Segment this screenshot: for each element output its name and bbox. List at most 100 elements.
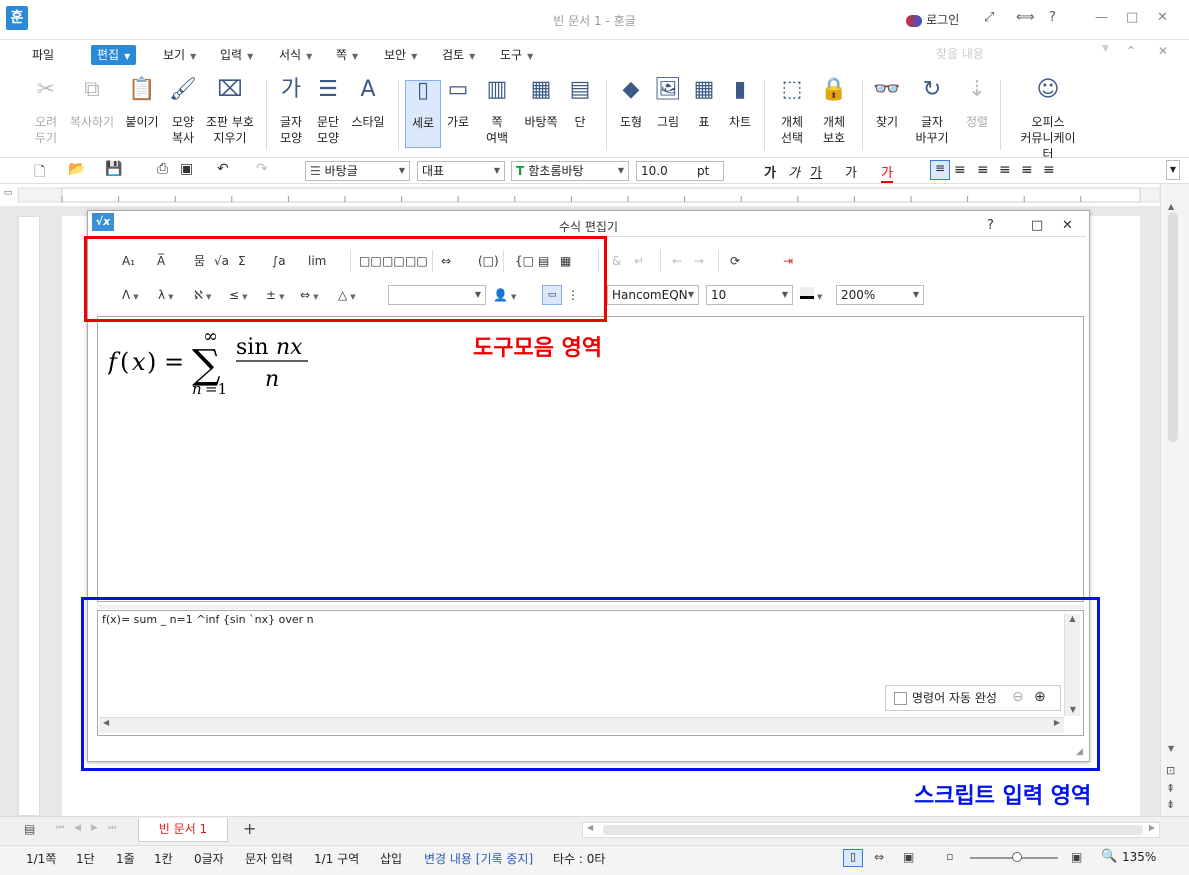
search-input[interactable]: 찾을 내용 xyxy=(930,43,1116,65)
menu-page[interactable]: 쪽 ▼ xyxy=(336,45,358,65)
status-zoom[interactable]: 135% xyxy=(1122,850,1156,864)
dialog-maximize-button[interactable]: □ xyxy=(1031,218,1043,233)
redo-icon[interactable]: ↷ xyxy=(256,161,268,177)
zoom-out-small-icon[interactable]: ▫ xyxy=(946,850,953,863)
eq-tool-glyph: → xyxy=(694,254,705,268)
font-color-button[interactable]: 가 xyxy=(881,162,893,183)
eq-tool-19-button[interactable]: → xyxy=(694,251,704,271)
menu-view[interactable]: 보기 ▼ xyxy=(163,45,196,65)
menu-tools[interactable]: 도구 ▼ xyxy=(500,45,533,65)
maximize-button[interactable]: □ xyxy=(1126,10,1138,25)
svg-text:sin: sin xyxy=(236,335,269,360)
svg-text:): ) xyxy=(147,348,156,376)
scroll-left-icon[interactable]: ◀ xyxy=(587,823,593,832)
scroll-up-icon[interactable]: ▲ xyxy=(1168,202,1174,211)
toolbar-separator xyxy=(660,250,661,272)
view-full-icon[interactable]: ▣ xyxy=(903,850,914,864)
resize-width-icon[interactable]: ⟺ xyxy=(1016,10,1035,25)
chevron-down-icon: ▼ xyxy=(493,166,500,175)
status-track-changes[interactable]: 변경 내용 [기록 중지] xyxy=(424,850,533,867)
next-page-icon[interactable]: ⇟ xyxy=(1166,798,1175,811)
equation-color-button[interactable]: ▼ xyxy=(800,285,822,305)
prev-page-icon[interactable]: ⇞ xyxy=(1166,782,1175,795)
horizontal-scrollbar[interactable]: ◀ ▶ xyxy=(582,822,1160,838)
align-right-icon[interactable]: ≡ xyxy=(999,162,1011,178)
minimize-button[interactable]: — xyxy=(1095,10,1108,25)
preview-icon[interactable]: ▣ xyxy=(180,161,193,177)
print-icon[interactable]: ⎙ xyxy=(157,161,168,177)
dialog-close-button[interactable]: ✕ xyxy=(1062,218,1073,233)
equation-font-select[interactable]: HancomEQN ▼ xyxy=(607,285,699,305)
align-distribute-icon[interactable]: ≡ xyxy=(1021,162,1033,178)
login-button[interactable]: 로그인 xyxy=(906,11,959,28)
fullscreen-icon[interactable]: ⤢ xyxy=(984,10,994,25)
menu-insert[interactable]: 입력 ▼ xyxy=(220,45,253,65)
search-dropdown-icon[interactable]: ▼ xyxy=(1102,44,1109,54)
magnifier-icon[interactable]: 🔍 xyxy=(1101,849,1117,864)
ruler-corner-icon[interactable]: ▭ xyxy=(0,188,16,202)
font-select[interactable]: T 함초롬바탕 ▼ xyxy=(511,161,629,181)
ribbon-separator xyxy=(1000,80,1001,150)
align-center-icon[interactable]: ≡ xyxy=(977,162,989,178)
menu-file[interactable]: 파일 xyxy=(32,45,54,65)
menu-format[interactable]: 서식 ▼ xyxy=(279,45,312,65)
ribbon-button-label: 복사하기 xyxy=(69,115,115,129)
italic-button[interactable]: 가 xyxy=(788,162,800,181)
ribbon-protect-object-button[interactable]: 🔒 개체 보호 xyxy=(804,79,864,146)
toolbar-expand-icon[interactable]: ▼ xyxy=(1166,160,1180,180)
font-size-input[interactable]: 10.0 pt xyxy=(636,161,724,181)
page-nav-icon[interactable]: ⊡ xyxy=(1166,764,1175,777)
align-divide-icon[interactable]: ≡ xyxy=(1043,162,1055,178)
tab-nav-icons[interactable]: ⏮◀▶⏭ xyxy=(56,823,126,833)
menu-edit[interactable]: 편집 ▼ xyxy=(91,45,137,65)
save-icon[interactable]: 💾 xyxy=(105,161,122,177)
eq-tool-16-button[interactable]: & xyxy=(612,251,621,271)
close-doc-icon[interactable]: ✕ xyxy=(1158,44,1168,58)
status-input-mode[interactable]: 문자 입력 xyxy=(245,850,293,867)
style-select[interactable]: ☰ 바탕글 ▼ xyxy=(305,161,410,181)
status-section[interactable]: 1/1 구역 xyxy=(314,850,359,867)
zoom-slider-thumb[interactable] xyxy=(1012,852,1022,862)
open-icon[interactable]: 📂 xyxy=(68,161,85,177)
menu-review[interactable]: 검토 ▼ xyxy=(442,45,475,65)
ribbon-chart-button[interactable]: ▮ 차트 xyxy=(710,79,770,130)
status-insert[interactable]: 삽입 xyxy=(380,850,402,867)
exit-icon[interactable]: ⇥ xyxy=(783,251,793,271)
collapse-ribbon-icon[interactable]: ⌃ xyxy=(1126,44,1136,58)
equation-size-select[interactable]: 10 ▼ xyxy=(706,285,793,305)
ribbon-clear-codes-button[interactable]: ⌧ 조판 부호 지우기 xyxy=(200,79,260,146)
tab-list-icon[interactable]: ▤ xyxy=(24,822,35,836)
svg-text:(: ( xyxy=(120,348,129,376)
ribbon-style-button[interactable]: A 스타일 xyxy=(338,79,398,130)
new-doc-icon[interactable]: 🗋 xyxy=(34,161,45,185)
chevron-down-icon: ▼ xyxy=(527,52,534,61)
align-left-icon[interactable]: ≡ xyxy=(954,162,966,178)
eq-tool-18-button[interactable]: ← xyxy=(672,251,682,271)
status-page[interactable]: 1/1쪽 xyxy=(26,850,56,867)
ribbon-sort-button[interactable]: ⇣ 정렬 xyxy=(947,79,1007,130)
undo-icon[interactable]: ↶ xyxy=(217,161,229,177)
zoom-in-small-icon[interactable]: ▣ xyxy=(1071,850,1082,864)
menu-security[interactable]: 보안 ▼ xyxy=(384,45,417,65)
strike-button[interactable]: 가 xyxy=(845,162,857,181)
help-button[interactable]: ? xyxy=(1049,10,1056,25)
vertical-scrollbar[interactable]: ▲ ▼ ⊡ ⇞ ⇟ xyxy=(1160,184,1189,816)
close-button[interactable]: ✕ xyxy=(1157,10,1168,25)
language-select[interactable]: 대표 ▼ xyxy=(417,161,505,181)
equation-zoom-select[interactable]: 200% ▼ xyxy=(836,285,924,305)
scroll-right-icon[interactable]: ▶ xyxy=(1149,823,1155,832)
add-tab-button[interactable]: + xyxy=(243,819,256,838)
underline-button[interactable]: 가 xyxy=(810,162,822,181)
view-page-icon[interactable]: ▯ xyxy=(843,849,863,867)
eq-tool-17-button[interactable]: ↵ xyxy=(634,251,644,271)
ribbon-communicator-button[interactable]: ☺ 오피스 커뮤니케이터 xyxy=(1018,79,1078,162)
scroll-down-icon[interactable]: ▼ xyxy=(1168,744,1174,753)
hscroll-thumb[interactable] xyxy=(603,825,1143,835)
bold-button[interactable]: 가 xyxy=(764,162,776,181)
view-fit-width-icon[interactable]: ⇔ xyxy=(874,850,884,864)
dialog-help-button[interactable]: ? xyxy=(987,218,994,233)
align-justify-icon[interactable]: ≡ xyxy=(930,160,950,180)
tab-doc[interactable]: 빈 문서 1 xyxy=(138,818,228,842)
matrix-insert-icon[interactable]: ⟳ xyxy=(730,251,740,271)
scroll-thumb[interactable] xyxy=(1168,212,1178,442)
